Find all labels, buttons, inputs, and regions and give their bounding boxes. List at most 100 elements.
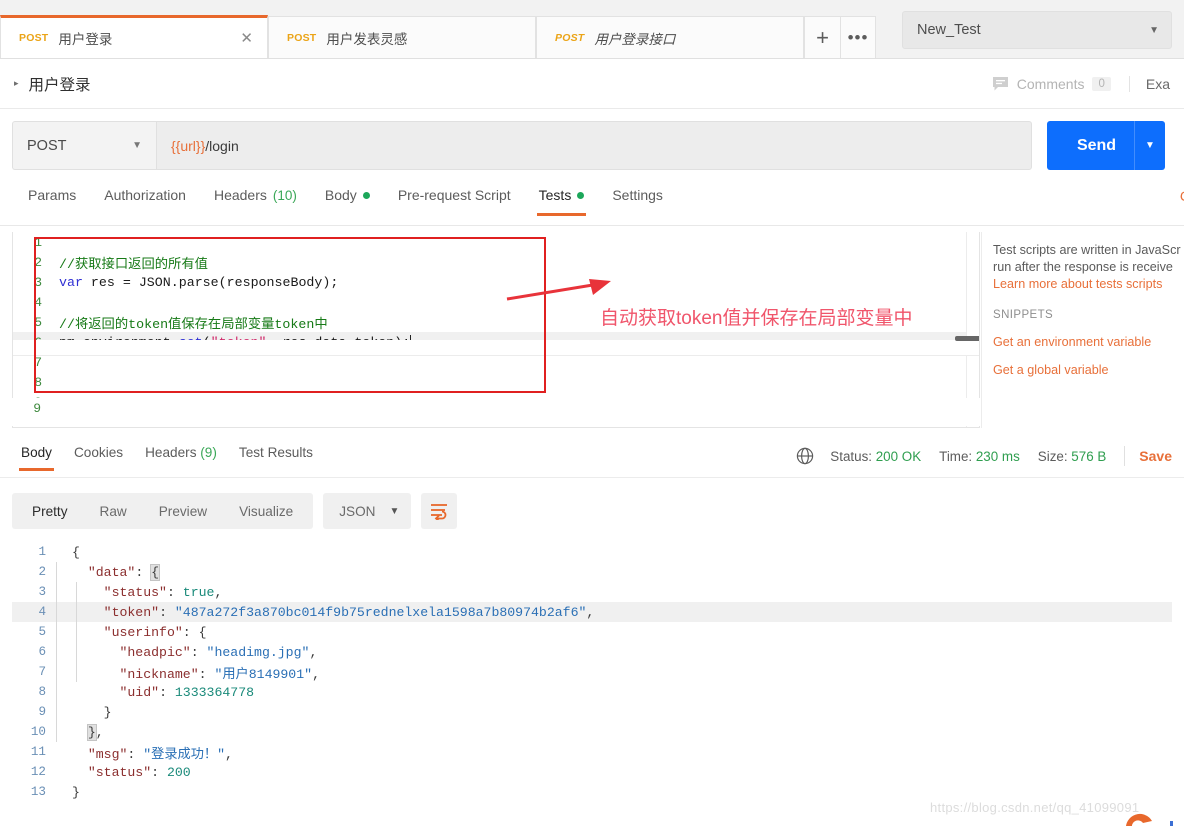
tab-options-button[interactable]: ••• bbox=[840, 16, 876, 58]
tab-label: Headers bbox=[213, 187, 267, 203]
json-token: : bbox=[159, 684, 175, 700]
save-response-button[interactable]: Save bbox=[1139, 448, 1172, 464]
examples-button[interactable]: Exa bbox=[1130, 76, 1170, 92]
response-tab-body[interactable]: Body bbox=[10, 443, 63, 471]
body-format-select[interactable]: JSON ▼ bbox=[323, 493, 412, 529]
environment-selector[interactable]: New_Test ▼ bbox=[902, 11, 1172, 49]
status-value: 200 OK bbox=[875, 448, 922, 464]
wrap-lines-icon bbox=[431, 504, 448, 520]
segment-label: Pretty bbox=[32, 503, 68, 519]
json-text: "status": true, bbox=[56, 584, 223, 600]
line-number: 10 bbox=[30, 725, 46, 739]
response-tab-headers[interactable]: Headers (9) bbox=[134, 443, 228, 471]
expand-caret-icon[interactable]: ▸ bbox=[14, 78, 19, 89]
watermark-logo-icon bbox=[1126, 813, 1173, 826]
tab-method-label: POST bbox=[19, 32, 49, 44]
json-token: , bbox=[309, 644, 318, 660]
wrap-lines-button[interactable] bbox=[421, 493, 458, 529]
editor-horizontal-scrollbar[interactable] bbox=[955, 336, 979, 341]
request-tab[interactable]: POST 用户登录 ✕ bbox=[0, 15, 268, 58]
url-input[interactable]: {{url}}/login bbox=[156, 121, 1032, 170]
body-view-visualize[interactable]: Visualize bbox=[223, 497, 309, 525]
json-line: 5 "userinfo": { bbox=[12, 622, 1172, 642]
request-tab-pre-request-script[interactable]: Pre-request Script bbox=[384, 186, 525, 216]
snippets-description-line-1: Test scripts are written in JavaScr bbox=[993, 243, 1181, 257]
request-tab-authorization[interactable]: Authorization bbox=[90, 186, 200, 216]
editor-trailing-line: 9 bbox=[12, 398, 980, 426]
send-button[interactable]: Send ▼ bbox=[1047, 121, 1165, 170]
request-tab-params[interactable]: Params bbox=[14, 186, 90, 216]
line-number: 3 bbox=[34, 274, 42, 290]
snippet-item[interactable]: Get a global variable bbox=[993, 363, 1184, 377]
modified-dot-icon bbox=[577, 191, 585, 199]
json-text: "userinfo": { bbox=[56, 625, 207, 640]
json-token: , bbox=[312, 666, 320, 682]
body-format-value: JSON bbox=[339, 503, 376, 519]
tab-label: Tests bbox=[538, 187, 572, 203]
tab-title: 用户发表灵感 bbox=[326, 31, 408, 47]
body-view-preview[interactable]: Preview bbox=[143, 497, 223, 525]
line-number: 7 bbox=[38, 665, 46, 679]
json-fold-rail bbox=[56, 562, 57, 742]
snippet-item[interactable] bbox=[993, 391, 1184, 405]
json-token: "status" bbox=[87, 764, 152, 780]
response-tab-test-results[interactable]: Test Results bbox=[228, 443, 324, 471]
json-token: : bbox=[127, 746, 144, 762]
json-token: "uid" bbox=[119, 684, 160, 700]
body-view-raw[interactable]: Raw bbox=[84, 497, 143, 525]
body-view-pretty[interactable]: Pretty bbox=[16, 497, 84, 525]
line-number: 9 bbox=[33, 400, 41, 416]
json-line: 2 "data": { bbox=[12, 562, 1172, 582]
json-token: } bbox=[72, 784, 80, 800]
tab-count: (10) bbox=[272, 187, 297, 203]
request-tab-headers[interactable]: Headers (10) bbox=[200, 186, 311, 216]
code-text: //将返回的token值保存在局部变量token中 bbox=[51, 313, 328, 332]
request-tab[interactable]: POST 用户登录接口 bbox=[536, 16, 804, 58]
request-tab-body[interactable]: Body bbox=[311, 186, 384, 216]
code-token: . bbox=[170, 274, 179, 290]
json-line: 9 } bbox=[12, 702, 1172, 722]
request-tab[interactable]: POST 用户发表灵感 bbox=[268, 16, 536, 58]
request-tab-settings[interactable]: Settings bbox=[598, 186, 677, 216]
close-icon[interactable]: ✕ bbox=[240, 31, 253, 46]
request-tab-tests[interactable]: Tests bbox=[525, 186, 599, 216]
tab-label: Headers bbox=[145, 445, 197, 460]
json-text: } bbox=[56, 785, 80, 800]
new-tab-button[interactable]: + bbox=[804, 16, 840, 58]
json-line: 6 "headpic": "headimg.jpg", bbox=[12, 642, 1172, 662]
size-label: Size: bbox=[1037, 448, 1068, 464]
send-options-caret-icon[interactable]: ▼ bbox=[1135, 140, 1165, 151]
tab-title: 用户登录接口 bbox=[594, 31, 676, 47]
snippets-fade bbox=[982, 412, 1184, 428]
response-tab-cookies[interactable]: Cookies bbox=[63, 443, 134, 471]
status-meta: Status: 200 OK bbox=[830, 449, 921, 464]
body-view-segments: Pretty Raw Preview Visualize bbox=[12, 493, 314, 529]
http-method-select[interactable]: POST ▼ bbox=[12, 121, 156, 170]
status-label: Status: bbox=[830, 448, 872, 464]
comments-button[interactable]: Comments 0 bbox=[992, 75, 1130, 92]
json-token: { bbox=[150, 563, 161, 581]
tab-label: Test Results bbox=[238, 445, 313, 460]
response-body-viewer[interactable]: 1{2 "data": {3 "status": true, 4 "token":… bbox=[12, 542, 1172, 808]
json-token: , bbox=[225, 746, 233, 762]
http-method-value: POST bbox=[27, 137, 67, 154]
code-text: var res = JSON.parse(responseBody); bbox=[51, 275, 338, 290]
json-token: "token" bbox=[103, 604, 160, 620]
json-line: 1{ bbox=[12, 542, 1172, 562]
line-number: 5 bbox=[34, 314, 42, 330]
snippets-section-title: SNIPPETS bbox=[993, 309, 1054, 321]
page-title: 用户登录 bbox=[28, 76, 91, 94]
tab-count: (9) bbox=[200, 445, 217, 460]
globe-icon[interactable] bbox=[796, 447, 814, 465]
cookies-link[interactable]: C bbox=[1180, 188, 1184, 204]
code-token: ); bbox=[322, 274, 339, 290]
line-number: 6 bbox=[38, 645, 46, 659]
snippet-item[interactable]: Get an environment variable bbox=[993, 335, 1184, 349]
code-line: 8 bbox=[13, 372, 979, 392]
learn-more-link[interactable]: Learn more about tests scripts bbox=[993, 277, 1184, 291]
json-line: 7 "nickname": "用户8149901", bbox=[12, 662, 1172, 682]
tab-label: Settings bbox=[612, 187, 663, 203]
json-token: , bbox=[214, 584, 223, 600]
response-body-toolbar: Pretty Raw Preview Visualize JSON ▼ bbox=[12, 493, 458, 529]
